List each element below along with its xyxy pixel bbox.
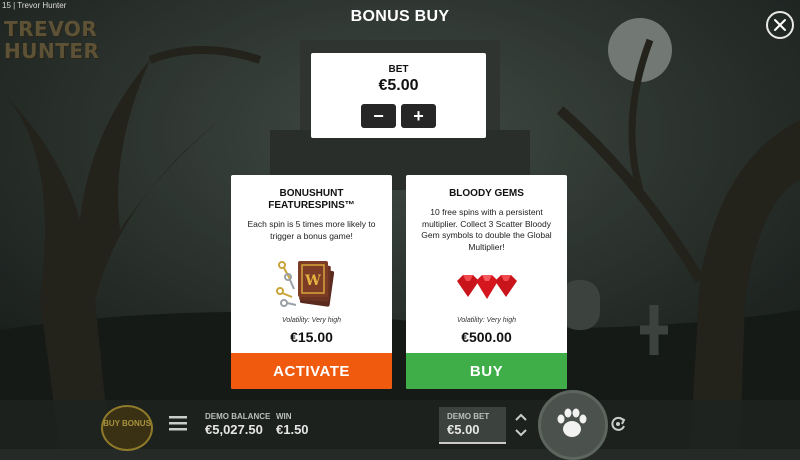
close-button[interactable] [766, 11, 794, 39]
card-title: BONUSHUNT FEATURESPINS™ [268, 188, 355, 211]
win-value: €1.50 [276, 422, 309, 437]
close-x-icon [774, 19, 786, 31]
modal-title: BONUS BUY [350, 8, 450, 25]
bet-label: BET [388, 64, 409, 75]
card-title: BLOODY GEMS [449, 188, 524, 199]
win-label: WIN [276, 412, 292, 421]
bonushunt-card: BONUSHUNT FEATURESPINS™ Each spin is 5 t… [231, 175, 392, 389]
decrease-bet-button[interactable]: − [361, 104, 396, 128]
spin-button[interactable] [538, 390, 608, 460]
buy-bonus-button[interactable]: BUY BONUS [101, 405, 153, 451]
card-price: €15.00 [290, 329, 333, 345]
bet-panel: BET €5.00 − + [311, 53, 486, 138]
demo-bet-value: €5.00 [447, 422, 480, 437]
bloody-gems-card: BLOODY GEMS 10 free spins with a persist… [406, 175, 567, 389]
demo-balance-label: DEMO BALANCE [205, 412, 271, 421]
card-description: 10 free spins with a persistent multipli… [421, 207, 552, 252]
volatility-label: Volatility: Very high [456, 317, 516, 324]
keys-and-books-icon: W [275, 261, 334, 307]
activate-button[interactable]: ACTIVATE [231, 353, 392, 389]
chevron-up-icon[interactable] [514, 412, 528, 422]
hamburger-icon[interactable] [168, 414, 188, 432]
svg-text:W: W [304, 273, 321, 289]
chevron-down-icon[interactable] [514, 428, 528, 438]
demo-balance-value: €5,027.50 [205, 422, 263, 437]
increase-bet-button[interactable]: + [401, 104, 436, 128]
paw-icon [557, 408, 587, 437]
red-gems-icon [456, 275, 517, 299]
volatility-label: Volatility: Very high [281, 317, 341, 324]
card-price: €500.00 [461, 329, 512, 345]
demo-bet-label: DEMO BET [447, 412, 490, 421]
bet-value: €5.00 [378, 77, 419, 94]
card-description: Each spin is 5 times more likely to trig… [247, 219, 376, 241]
buy-bonus-label: BUY BONUS [103, 419, 151, 428]
buy-button[interactable]: BUY [406, 353, 567, 389]
autoplay-icon[interactable] [609, 415, 627, 433]
